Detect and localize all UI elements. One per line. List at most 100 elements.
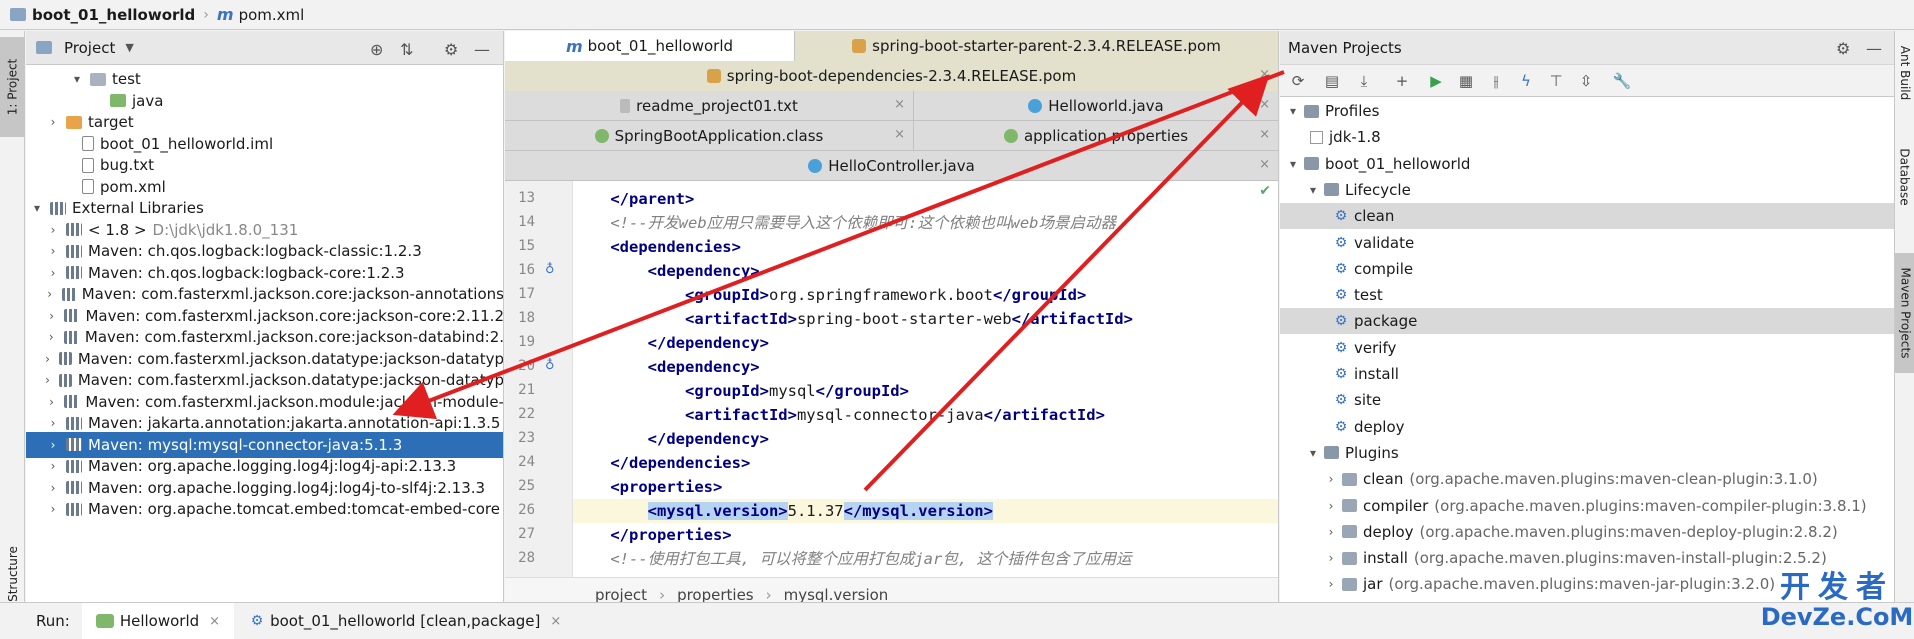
run-icon[interactable]: ▶ [1426,71,1446,91]
run-config-icon[interactable]: ▦ [1456,71,1476,91]
expand-arrow-icon[interactable]: ▾ [30,201,44,215]
expand-arrow-icon[interactable]: › [45,395,58,409]
code-line[interactable]: <artifactId>spring-boot-starter-web</art… [573,307,1278,331]
locate-icon[interactable]: ⊕ [370,40,383,59]
ant-build-tab[interactable]: Ant Build [1895,33,1914,113]
code-line[interactable]: <!--使用打包工具, 可以将整个应用打包成jar包, 这个插件包含了应用运 [573,547,1278,571]
maven-plugin-item[interactable]: › deploy (org.apache.maven.plugins:maven-d… [1280,519,1894,545]
code-line[interactable]: <groupId>org.springframework.boot</group… [573,283,1278,307]
gear-icon[interactable]: ⚙ [444,40,458,59]
close-icon[interactable]: × [550,614,561,629]
maven-lifecycle-phase[interactable]: ⚙ site [1280,387,1894,413]
code-line[interactable]: <mysql.version>5.1.37</mysql.version> [573,499,1278,523]
code-line[interactable]: <artifactId>mysql-connector-java</artifa… [573,403,1278,427]
expand-arrow-icon[interactable]: › [1324,525,1338,539]
maven-lifecycle-phase[interactable]: ⚙ test [1280,282,1894,308]
maven-tree-node[interactable]: ▾ Profiles [1280,98,1894,124]
expand-arrow-icon[interactable]: › [46,115,60,129]
code-line[interactable]: </parent> [573,187,1278,211]
expand-arrow-icon[interactable]: ▾ [1306,183,1320,197]
maven-lifecycle-phase[interactable]: ⚙ package [1280,308,1894,335]
close-icon[interactable]: × [894,127,905,142]
maven-tree-node[interactable]: ▾ Lifecycle [1280,177,1894,203]
project-view-selector[interactable]: Project [64,39,115,57]
maven-projects-tab[interactable]: Maven Projects [1895,253,1914,373]
expand-arrow-icon[interactable]: ▾ [1286,157,1300,171]
breadcrumb-file[interactable]: m pom.xml [217,0,304,30]
maven-tree-node[interactable]: ▾ Plugins [1280,440,1894,466]
close-icon[interactable]: × [894,97,905,112]
collapse-all-icon[interactable]: ⇳ [1576,71,1596,91]
code-line[interactable]: </properties> [573,523,1278,547]
tab-dependencies-pom[interactable]: spring-boot-dependencies-2.3.4.RELEASE.p… [505,61,1278,91]
reimport-icon[interactable]: ⟳ [1288,71,1308,91]
expand-arrow-icon[interactable]: › [42,373,53,387]
expand-arrow-icon[interactable]: › [1324,551,1338,565]
wrench-icon[interactable]: 🔧 [1612,71,1632,91]
tab-pom-xml[interactable]: m boot_01_helloworld [505,31,795,61]
expand-arrow-icon[interactable]: › [46,459,60,473]
skip-tests-icon[interactable]: ϟ [1516,71,1536,91]
tab-readme[interactable]: readme_project01.txt × [505,91,914,121]
maven-lifecycle-phase[interactable]: ⚙ verify [1280,335,1894,361]
close-icon[interactable]: × [1259,67,1270,82]
tab-springbootapplication-class[interactable]: SpringBootApplication.class × [505,121,914,151]
maven-lifecycle-phase[interactable]: ⚙ install [1280,361,1894,387]
hide-icon[interactable]: — [1866,39,1882,58]
structure-tool-tab[interactable]: Structure [0,536,25,611]
maven-tree-node[interactable]: ▾ boot_01_helloworld [1280,151,1894,177]
code-line[interactable]: </dependency> [573,331,1278,355]
chevron-down-icon[interactable]: ▼ [125,41,133,54]
expand-arrow-icon[interactable]: › [46,244,60,258]
expand-arrow-icon[interactable]: › [46,266,60,280]
maven-lifecycle-phase[interactable]: ⚙ clean [1280,203,1894,230]
crumb-project[interactable]: project [595,586,647,604]
code-line[interactable]: <properties> [573,475,1278,499]
tree-library-item[interactable]: › Maven: org.apache.tomcat.embed:tomcat-e… [26,496,503,522]
expand-arrow-icon[interactable]: › [46,502,60,516]
maven-plugin-item[interactable]: › compiler (org.apache.maven.plugins:maven… [1280,493,1894,519]
expand-arrow-icon[interactable]: › [46,223,60,237]
maven-plugin-item[interactable]: › clean (org.apache.maven.plugins:maven-cl… [1280,466,1894,492]
maven-dependency-icon[interactable]: ♁ [545,262,555,277]
maven-lifecycle-phase[interactable]: ⚙ deploy [1280,414,1894,440]
expand-arrow-icon[interactable]: › [42,352,53,366]
close-icon[interactable]: × [209,614,220,629]
run-tab-helloworld[interactable]: Helloworld × [81,602,235,639]
tab-hellocontroller-java[interactable]: HelloController.java × [505,151,1278,181]
collapse-icon[interactable]: ⇅ [400,40,413,59]
expand-arrow-icon[interactable]: › [46,481,60,495]
maven-dependency-icon[interactable]: ♁ [545,358,555,373]
gear-icon[interactable]: ⚙ [1836,39,1850,58]
breadcrumb-project[interactable]: boot_01_helloworld [10,0,195,30]
expand-arrow-icon[interactable]: › [46,416,60,430]
database-tab[interactable]: Database [1895,139,1914,215]
maven-lifecycle-phase[interactable]: ⚙ compile [1280,256,1894,282]
download-icon[interactable]: ⤓ [1354,71,1374,91]
code-line[interactable]: <groupId>mysql</groupId> [573,379,1278,403]
expand-arrow-icon[interactable]: › [46,438,60,452]
expand-arrow-icon[interactable]: › [1324,499,1338,513]
tab-application-properties[interactable]: application.properties × [914,121,1278,151]
add-icon[interactable]: + [1392,71,1412,91]
expand-arrow-icon[interactable]: ▾ [1306,446,1320,460]
tab-starter-parent-pom[interactable]: spring-boot-starter-parent-2.3.4.RELEASE… [795,31,1278,61]
expand-arrow-icon[interactable]: › [45,330,58,344]
code-line[interactable]: <!--开发web应用只需要导入这个依赖即可:这个依赖也叫web场景启动器 [573,211,1278,235]
maven-tree-node[interactable]: jdk-1.8 [1280,124,1894,150]
tab-helloworld-java[interactable]: Helloworld.java × [914,91,1278,121]
toggle-offline-icon[interactable]: ⫲ [1486,71,1506,91]
crumb-properties[interactable]: properties [677,586,754,604]
crumb-mysql-version[interactable]: mysql.version [784,586,889,604]
expand-arrow-icon[interactable]: › [45,309,58,323]
expand-arrow-icon[interactable]: › [43,287,55,301]
code-line[interactable]: </dependency> [573,427,1278,451]
code-line[interactable]: <dependency> [573,355,1278,379]
checkbox-icon[interactable] [1310,130,1323,144]
expand-arrow-icon[interactable]: ▾ [1286,104,1300,118]
code-line[interactable]: <dependencies> [573,235,1278,259]
code-line[interactable]: <dependency> [573,259,1278,283]
expand-arrow-icon[interactable]: › [1324,577,1338,591]
close-icon[interactable]: × [1259,127,1270,142]
hide-icon[interactable]: — [474,40,490,59]
